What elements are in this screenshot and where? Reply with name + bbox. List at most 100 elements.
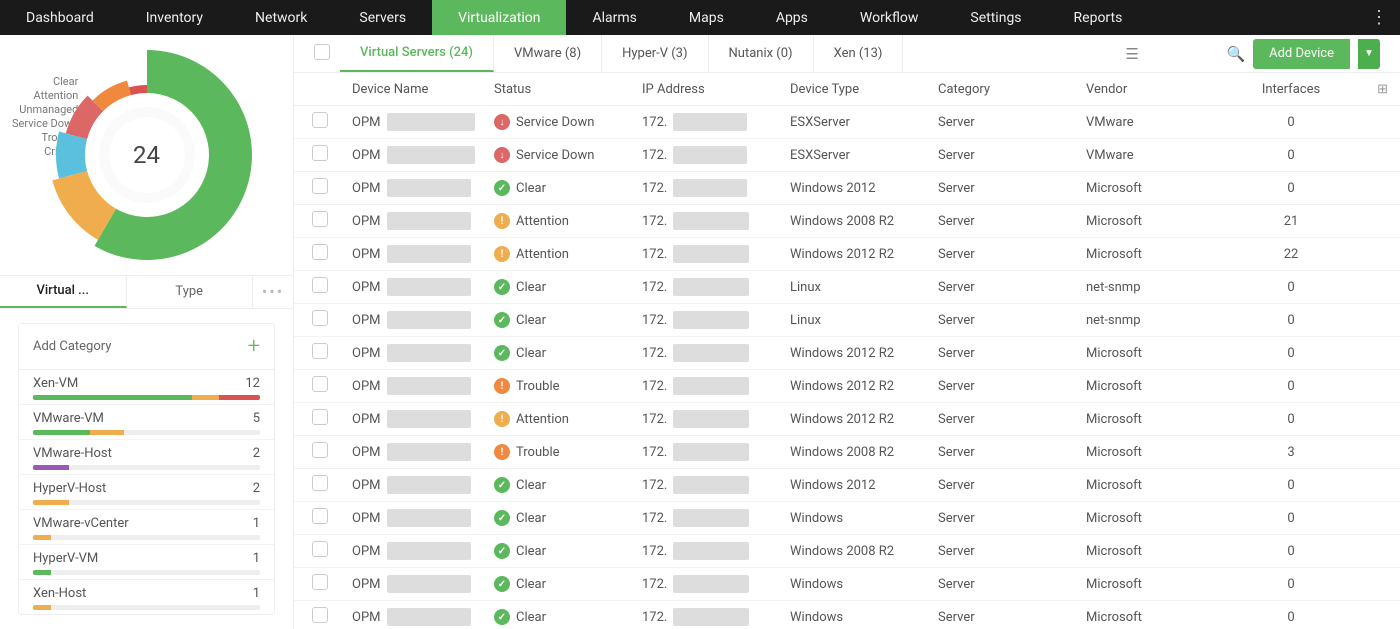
status-icon: ✓	[494, 180, 510, 196]
table-row[interactable]: OPM ✓Clear 172. Windows 2012 R2 Server M…	[294, 337, 1400, 370]
nav-reports[interactable]: Reports	[1048, 0, 1149, 35]
table-row[interactable]: OPM ↓Service Down 172. ESXServer Server …	[294, 106, 1400, 139]
nav-inventory[interactable]: Inventory	[120, 0, 229, 35]
table-row[interactable]: OPM !Trouble 172. Windows 2008 R2 Server…	[294, 436, 1400, 469]
row-checkbox[interactable]	[312, 277, 328, 293]
row-checkbox[interactable]	[312, 178, 328, 194]
category-row[interactable]: HyperV-VM1	[19, 545, 274, 580]
redacted	[673, 542, 749, 560]
redacted	[673, 278, 749, 296]
row-checkbox[interactable]	[312, 541, 328, 557]
category-row[interactable]: Xen-Host1	[19, 580, 274, 614]
redacted	[673, 146, 747, 164]
row-checkbox[interactable]	[312, 409, 328, 425]
status-icon: !	[494, 411, 510, 427]
col-ip[interactable]: IP Address	[634, 82, 782, 97]
redacted	[387, 542, 471, 560]
table-row[interactable]: OPM ✓Clear 172. Linux Server net-snmp 0	[294, 304, 1400, 337]
nav-alarms[interactable]: Alarms	[566, 0, 662, 35]
redacted	[673, 179, 747, 197]
col-interfaces[interactable]: Interfaces	[1226, 82, 1356, 97]
add-category-button[interactable]: +	[248, 334, 260, 359]
redacted	[673, 443, 749, 461]
status-icon: !	[494, 246, 510, 262]
sidebar-tabs: Virtual ...Type•••	[0, 275, 293, 310]
category-row[interactable]: VMware-VM5	[19, 405, 274, 440]
table-row[interactable]: OPM ✓Clear 172. Windows 2012 Server Micr…	[294, 469, 1400, 502]
redacted	[387, 278, 471, 296]
column-settings-icon[interactable]: ⊞	[1377, 82, 1388, 97]
nav-virtualization[interactable]: Virtualization	[432, 0, 566, 35]
row-checkbox[interactable]	[312, 145, 328, 161]
table-row[interactable]: OPM ✓Clear 172. Windows 2012 Server Micr…	[294, 172, 1400, 205]
category-row[interactable]: HyperV-Host2	[19, 475, 274, 510]
nav-dashboard[interactable]: Dashboard	[0, 0, 120, 35]
table-row[interactable]: OPM !Trouble 172. Windows 2012 R2 Server…	[294, 370, 1400, 403]
status-view-icon[interactable]	[1175, 45, 1193, 63]
side-tabs-more[interactable]: •••	[253, 282, 293, 301]
list-view-icon[interactable]: ☰	[1123, 45, 1141, 63]
add-category-label: Add Category	[33, 339, 111, 354]
redacted	[387, 476, 471, 494]
tab-3[interactable]: Nutanix (0)	[709, 35, 814, 72]
table-row[interactable]: OPM ✓Clear 172. Windows Server Microsoft…	[294, 502, 1400, 535]
tab-1[interactable]: VMware (8)	[494, 35, 602, 72]
row-checkbox[interactable]	[312, 376, 328, 392]
category-row[interactable]: VMware-vCenter1	[19, 510, 274, 545]
table-row[interactable]: OPM ✓Clear 172. Windows Server Microsoft…	[294, 601, 1400, 629]
table-row[interactable]: OPM ✓Clear 172. Linux Server net-snmp 0	[294, 271, 1400, 304]
nav-network[interactable]: Network	[229, 0, 333, 35]
row-checkbox[interactable]	[312, 112, 328, 128]
nav-workflow[interactable]: Workflow	[834, 0, 945, 35]
nav-maps[interactable]: Maps	[663, 0, 750, 35]
view-toolbar: ☰ 🔍 Add Device ▼	[1123, 39, 1390, 69]
add-device-button[interactable]: Add Device	[1253, 39, 1350, 69]
tab-2[interactable]: Hyper-V (3)	[602, 35, 708, 72]
redacted	[387, 311, 471, 329]
side-tab-1[interactable]: Type	[127, 276, 254, 309]
redacted	[673, 476, 749, 494]
grid-view-icon[interactable]	[1149, 45, 1167, 63]
row-checkbox[interactable]	[312, 343, 328, 359]
col-device-name[interactable]: Device Name	[344, 82, 486, 97]
row-checkbox[interactable]	[312, 442, 328, 458]
status-icon: ✓	[494, 543, 510, 559]
tile-view-icon[interactable]	[1201, 45, 1219, 63]
table-row[interactable]: OPM !Attention 172. Windows 2012 R2 Serv…	[294, 238, 1400, 271]
redacted	[387, 113, 475, 131]
col-vendor[interactable]: Vendor	[1078, 82, 1226, 97]
kebab-menu-icon[interactable]: ⋮	[1358, 0, 1400, 35]
redacted	[387, 443, 471, 461]
row-checkbox[interactable]	[312, 574, 328, 590]
side-tab-0[interactable]: Virtual ...	[0, 276, 127, 309]
category-row[interactable]: VMware-Host2	[19, 440, 274, 475]
table-row[interactable]: OPM ✓Clear 172. Windows 2008 R2 Server M…	[294, 535, 1400, 568]
status-icon: ✓	[494, 477, 510, 493]
col-category[interactable]: Category	[930, 82, 1078, 97]
redacted	[673, 344, 749, 362]
row-checkbox[interactable]	[312, 244, 328, 260]
category-row[interactable]: Xen-VM12	[19, 370, 274, 405]
search-icon[interactable]: 🔍	[1227, 45, 1245, 63]
table-row[interactable]: OPM !Attention 172. Windows 2008 R2 Serv…	[294, 205, 1400, 238]
nav-servers[interactable]: Servers	[333, 0, 432, 35]
redacted	[673, 212, 749, 230]
table-row[interactable]: OPM ↓Service Down 172. ESXServer Server …	[294, 139, 1400, 172]
row-checkbox[interactable]	[312, 310, 328, 326]
row-checkbox[interactable]	[312, 508, 328, 524]
table-row[interactable]: OPM ✓Clear 172. Windows Server Microsoft…	[294, 568, 1400, 601]
nav-settings[interactable]: Settings	[944, 0, 1047, 35]
add-category-row: Add Category +	[19, 324, 274, 370]
nav-apps[interactable]: Apps	[750, 0, 834, 35]
col-type[interactable]: Device Type	[782, 82, 930, 97]
row-checkbox[interactable]	[312, 475, 328, 491]
tab-0[interactable]: Virtual Servers (24)	[340, 35, 494, 72]
col-status[interactable]: Status	[486, 82, 634, 97]
row-checkbox[interactable]	[312, 607, 328, 623]
add-device-dropdown[interactable]: ▼	[1358, 39, 1380, 69]
row-checkbox[interactable]	[312, 211, 328, 227]
select-all-checkbox[interactable]	[314, 44, 330, 60]
redacted	[673, 311, 749, 329]
table-row[interactable]: OPM !Attention 172. Windows 2012 R2 Serv…	[294, 403, 1400, 436]
tab-4[interactable]: Xen (13)	[814, 35, 904, 72]
